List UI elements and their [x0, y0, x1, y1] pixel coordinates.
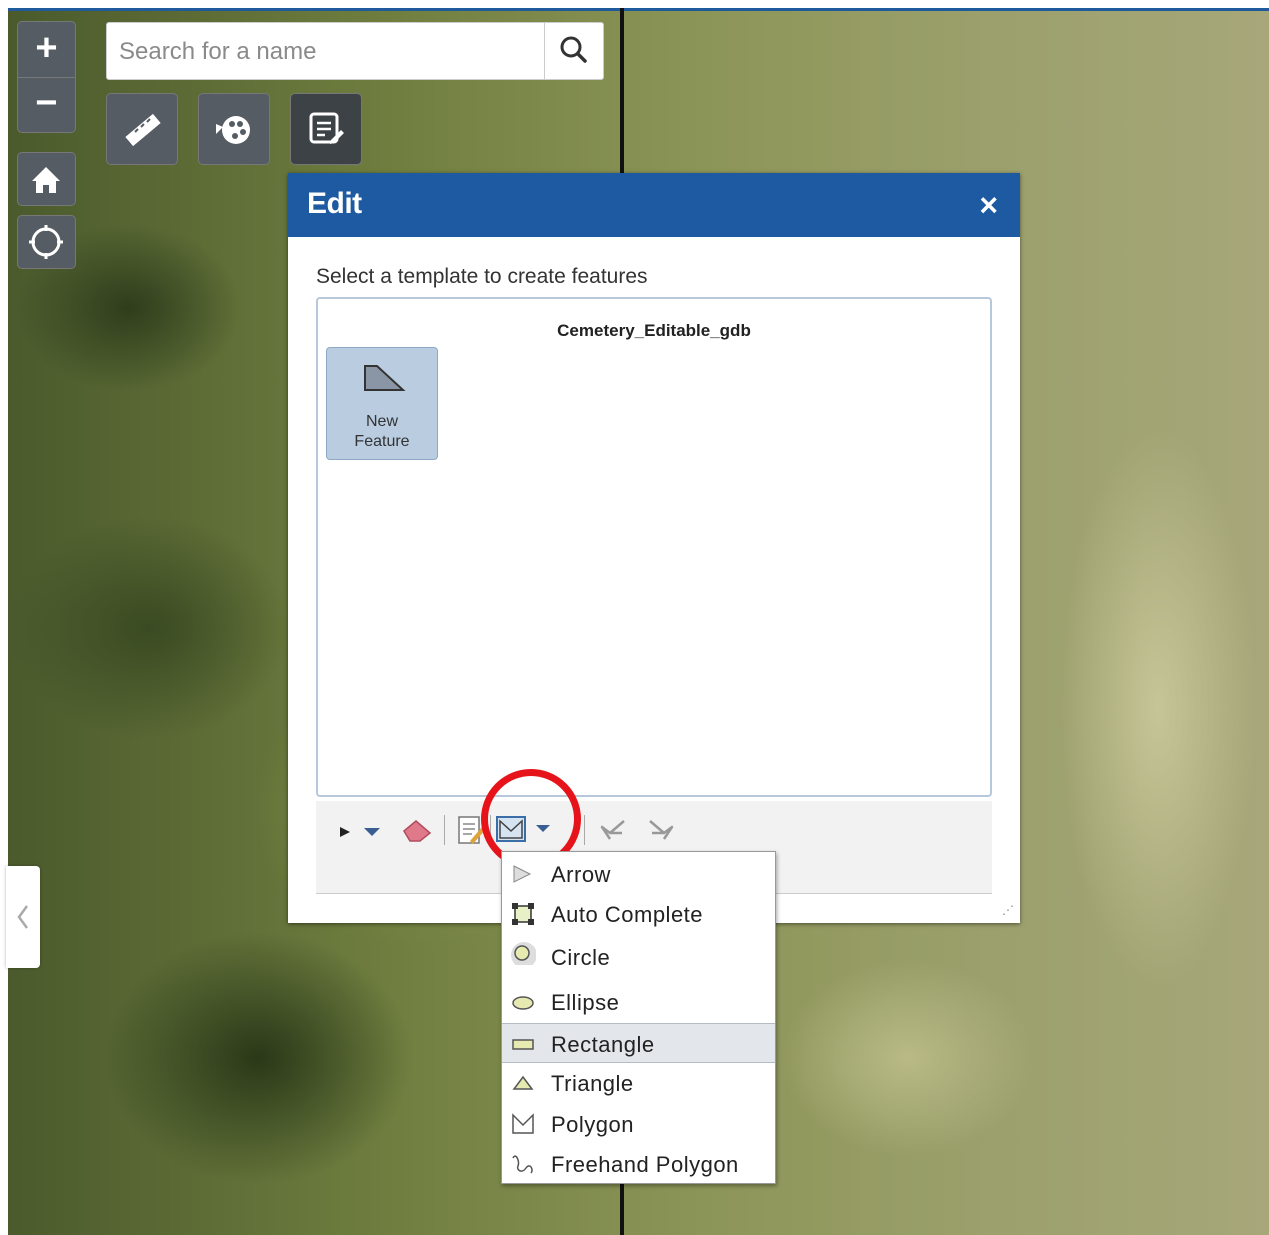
- arrow-icon: [513, 865, 532, 883]
- triangle-icon: [512, 1075, 534, 1090]
- menu-item-freehand-polygon[interactable]: Freehand Polygon: [502, 1144, 775, 1184]
- menu-item-label: Auto Complete: [551, 902, 704, 927]
- instruction-text: Select a template to create features: [316, 265, 648, 288]
- panel-title: Edit: [307, 187, 362, 220]
- select-tool-icon[interactable]: [336, 819, 386, 845]
- rectangle-icon: [512, 1039, 534, 1050]
- template-label-line1: New: [365, 413, 398, 430]
- palette-icon: [216, 116, 250, 144]
- menu-item-label: Triangle: [551, 1071, 634, 1096]
- circle-icon: [511, 942, 536, 965]
- toolbar-separator: [490, 815, 491, 845]
- edit-icon: [309, 112, 344, 144]
- layer-name: Cemetery_Editable_gdb: [557, 321, 751, 340]
- eraser-icon[interactable]: [400, 815, 436, 845]
- close-button[interactable]: ×: [979, 187, 998, 224]
- menu-item-label: Ellipse: [551, 990, 620, 1015]
- menu-item-ellipse[interactable]: Ellipse: [502, 982, 775, 1022]
- polygon-template-icon: [364, 365, 406, 391]
- template-new-feature[interactable]: New Feature: [326, 347, 438, 460]
- search-input[interactable]: [117, 31, 541, 73]
- undo-icon[interactable]: [596, 815, 630, 845]
- search-button[interactable]: [544, 23, 603, 79]
- locate-button[interactable]: [18, 216, 75, 268]
- toolbar-separator: [584, 815, 585, 845]
- template-label-line2: Feature: [354, 433, 410, 450]
- basemap-gallery-button[interactable]: [199, 94, 269, 164]
- home-icon: [32, 167, 60, 193]
- search-box: [106, 22, 604, 80]
- freehand-polygon-icon: [512, 1155, 533, 1174]
- menu-item-polygon[interactable]: Polygon: [502, 1104, 775, 1144]
- draw-tool-menu: Arrow Auto Complete Circle Ellipse Recta…: [501, 851, 776, 1184]
- draw-tool-dropdown[interactable]: [494, 815, 560, 845]
- menu-item-arrow[interactable]: Arrow: [502, 854, 775, 894]
- search-icon: [560, 36, 587, 63]
- menu-item-label: Arrow: [551, 862, 611, 887]
- ruler-icon: [125, 113, 161, 147]
- zoom-out-button[interactable]: −: [18, 77, 75, 132]
- zoom-control: + −: [18, 22, 75, 132]
- attributes-icon[interactable]: [454, 813, 486, 847]
- menu-item-label: Circle: [551, 945, 611, 970]
- menu-item-circle[interactable]: Circle: [502, 937, 775, 977]
- locate-icon: [29, 225, 63, 259]
- top-accent-bar: [8, 8, 1269, 11]
- template-label: New Feature: [327, 412, 437, 452]
- menu-item-label: Freehand Polygon: [551, 1152, 739, 1177]
- ellipse-icon: [512, 996, 534, 1010]
- panel-header: Edit ×: [288, 173, 1020, 237]
- menu-item-label: Rectangle: [551, 1032, 655, 1057]
- toolbar-separator: [444, 815, 445, 845]
- redo-icon[interactable]: [644, 815, 678, 845]
- resize-grip-icon[interactable]: ⋰: [1002, 903, 1014, 917]
- menu-item-label: Polygon: [551, 1112, 635, 1137]
- home-button[interactable]: [18, 153, 75, 205]
- zoom-in-button[interactable]: +: [18, 22, 75, 77]
- side-panel-toggle[interactable]: [6, 866, 40, 968]
- edit-panel: Edit × Select a template to create featu…: [288, 173, 1020, 923]
- menu-item-triangle[interactable]: Triangle: [502, 1063, 775, 1103]
- menu-item-auto-complete[interactable]: Auto Complete: [502, 894, 775, 934]
- measure-button[interactable]: [107, 94, 177, 164]
- menu-item-rectangle[interactable]: Rectangle: [502, 1023, 775, 1063]
- chevron-left-icon: [17, 905, 29, 929]
- polygon-icon: [512, 1113, 534, 1134]
- edit-widget-button[interactable]: [291, 94, 361, 164]
- template-picker: Cemetery_Editable_gdb New Feature: [316, 297, 992, 797]
- auto-complete-icon: [512, 903, 534, 925]
